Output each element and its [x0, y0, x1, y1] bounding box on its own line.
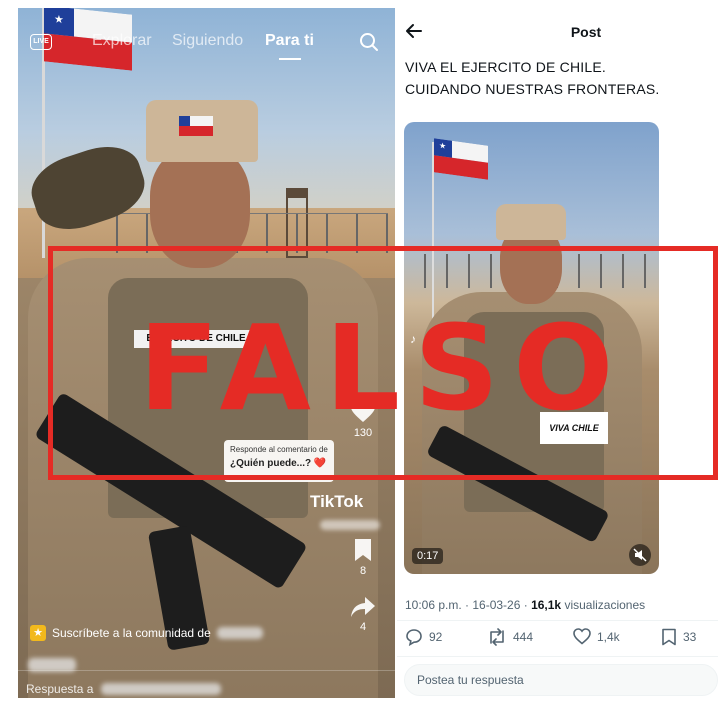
star-icon: ★: [30, 625, 46, 641]
post-text: VIVA EL EJERCITO DE CHILE. CUIDANDO NUES…: [405, 56, 660, 100]
page-title: Post: [570, 24, 602, 40]
mute-icon: [633, 548, 647, 562]
community-banner[interactable]: ★ Suscríbete a la comunidad de: [30, 625, 263, 641]
reply-action[interactable]: 92: [405, 628, 442, 646]
tab-siguiendo[interactable]: Siguiendo: [172, 32, 243, 50]
reply-label: Respuesta a: [26, 682, 94, 696]
post-actions: 92 444 1,4k 33: [405, 628, 718, 650]
repost-count: 444: [513, 630, 534, 644]
like-action[interactable]: 1,4k: [573, 628, 620, 645]
tab-para-ti[interactable]: Para ti: [265, 32, 314, 50]
falso-stamp-text: FALSO: [138, 299, 628, 437]
community-text: Suscríbete a la comunidad de: [52, 626, 211, 640]
divider: [397, 656, 718, 657]
post-text-line-1: VIVA EL EJERCITO DE CHILE.: [405, 59, 607, 75]
bookmark-action[interactable]: 33: [661, 628, 696, 646]
like-count: 1,4k: [597, 629, 620, 644]
tiktok-watermark: TikTok: [310, 492, 364, 511]
bookmark-count: 8: [359, 565, 367, 577]
tiktok-top-bar: LIVE Explorar Siguiendo Para ti: [18, 30, 395, 60]
bookmark-count: 33: [683, 630, 697, 644]
reply-input[interactable]: Postea tu respuesta: [404, 664, 718, 696]
share-count: 4: [359, 621, 367, 633]
bookmark-action[interactable]: 8: [345, 538, 381, 577]
divider: [397, 620, 718, 621]
bookmark-icon: [662, 628, 676, 646]
repost-action[interactable]: 444: [487, 628, 533, 646]
search-icon[interactable]: [359, 32, 379, 52]
post-text-line-2: CUIDANDO NUESTRAS FRONTERAS.: [405, 81, 660, 97]
share-arrow-icon: [351, 597, 375, 617]
repost-icon: [490, 628, 504, 646]
video-chile-flag: ★: [434, 138, 488, 180]
video-soldier-cap: [496, 204, 566, 240]
blurred-reply-name: [101, 683, 222, 695]
active-tab-indicator: [279, 58, 301, 60]
blurred-community-name: [216, 627, 263, 639]
tab-explorar[interactable]: Explorar: [92, 32, 152, 50]
mute-button[interactable]: [629, 544, 651, 566]
share-action[interactable]: 4: [345, 596, 381, 633]
reply-count: 92: [429, 630, 443, 644]
blurred-username: [320, 520, 380, 530]
post-timestamp: 10:06 p.m. · 16-03-26 ·: [405, 598, 532, 612]
cap-flag-patch: [179, 116, 213, 136]
reply-icon: [406, 629, 422, 646]
live-button[interactable]: LIVE: [30, 34, 52, 50]
video-duration: 0:17: [412, 548, 444, 564]
views-label: visualizaciones: [561, 598, 646, 612]
bookmark-icon: [355, 539, 371, 561]
falso-stamp: FALSO: [48, 246, 718, 480]
heart-icon: [573, 628, 591, 645]
comparison-image: ★ EJERCITO DE CHILE LIVE Explorar Siguie…: [0, 0, 718, 701]
divider: [18, 670, 395, 671]
reply-bar[interactable]: Respuesta a: [26, 682, 222, 696]
views-count: 16,1k: [531, 598, 562, 612]
post-metadata: 10:06 p.m. · 16-03-26 · 16,1k visualizac…: [405, 598, 645, 612]
